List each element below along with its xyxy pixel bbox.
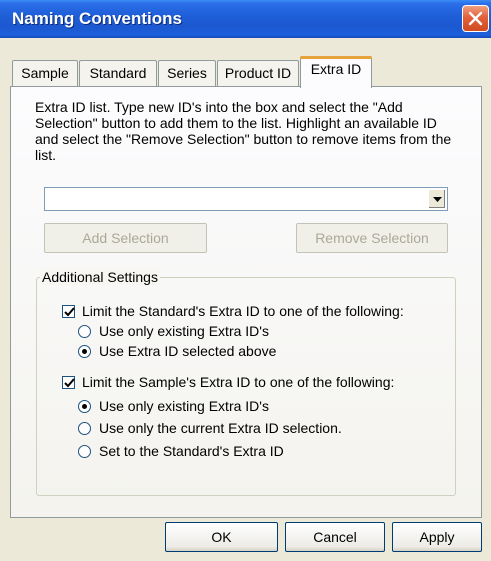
instructions-text: Extra ID list. Type new ID's into the bo… [35, 99, 452, 163]
radio-label: Use only the current Extra ID selection. [99, 420, 342, 436]
combo-dropdown-button[interactable] [428, 189, 446, 209]
extra-id-combobox[interactable] [44, 187, 448, 211]
tab-label: Sample [21, 65, 69, 81]
radio-label: Use only existing Extra ID's [99, 398, 269, 414]
limit-sample-checkbox[interactable]: Limit the Sample's Extra ID to one of th… [62, 374, 452, 392]
button-label: Cancel [313, 529, 357, 545]
tab-extra-id[interactable]: Extra ID [300, 56, 372, 88]
tab-standard[interactable]: Standard [79, 60, 157, 86]
tab-label: Series [167, 65, 207, 81]
chevron-down-icon [433, 197, 442, 202]
naming-conventions-dialog: Naming Conventions Sample Standard Serie… [0, 0, 491, 561]
cancel-button[interactable]: Cancel [285, 522, 385, 552]
remove-selection-button[interactable]: Remove Selection [296, 223, 448, 253]
tab-sample[interactable]: Sample [12, 60, 78, 86]
checkbox-label: Limit the Standard's Extra ID to one of … [82, 303, 404, 319]
window-title: Naming Conventions [12, 9, 183, 28]
ok-button[interactable]: OK [165, 522, 278, 552]
check-icon [64, 307, 75, 317]
radio-label: Use Extra ID selected above [99, 343, 277, 359]
check-icon [64, 378, 75, 388]
radio-dot [82, 349, 87, 354]
radio-dot [82, 404, 87, 409]
close-icon [468, 11, 483, 26]
radio-sample-current-selection[interactable]: Use only the current Extra ID selection. [78, 420, 418, 438]
radio-label: Use only existing Extra ID's [99, 323, 269, 339]
radio-label: Set to the Standard's Extra ID [99, 443, 284, 459]
radio-standard-selected-above[interactable]: Use Extra ID selected above [78, 343, 378, 361]
button-label: Remove Selection [315, 230, 429, 246]
button-label: Add Selection [82, 230, 169, 246]
tab-series[interactable]: Series [158, 60, 216, 86]
tab-product-id[interactable]: Product ID [217, 60, 299, 86]
tab-label: Product ID [224, 65, 292, 81]
radio-circle[interactable] [78, 422, 91, 435]
checkbox[interactable] [62, 376, 75, 389]
apply-button[interactable]: Apply [392, 522, 482, 552]
tab-label: Standard [89, 65, 147, 81]
button-label: OK [211, 529, 232, 545]
radio-circle[interactable] [78, 400, 91, 413]
limit-standard-checkbox[interactable]: Limit the Standard's Extra ID to one of … [62, 303, 452, 321]
tab-label: Extra ID [310, 61, 362, 77]
group-legend: Additional Settings [40, 269, 160, 285]
checkbox[interactable] [62, 305, 75, 318]
radio-standard-existing[interactable]: Use only existing Extra ID's [78, 323, 378, 341]
button-label: Apply [419, 529, 455, 545]
radio-sample-existing[interactable]: Use only existing Extra ID's [78, 398, 378, 416]
add-selection-button[interactable]: Add Selection [44, 223, 207, 253]
radio-circle[interactable] [78, 445, 91, 458]
title-bar[interactable]: Naming Conventions [0, 0, 491, 38]
radio-sample-standard-extra-id[interactable]: Set to the Standard's Extra ID [78, 443, 418, 461]
checkbox-label: Limit the Sample's Extra ID to one of th… [82, 374, 395, 390]
close-button[interactable] [462, 5, 489, 32]
radio-circle[interactable] [78, 345, 91, 358]
radio-circle[interactable] [78, 325, 91, 338]
